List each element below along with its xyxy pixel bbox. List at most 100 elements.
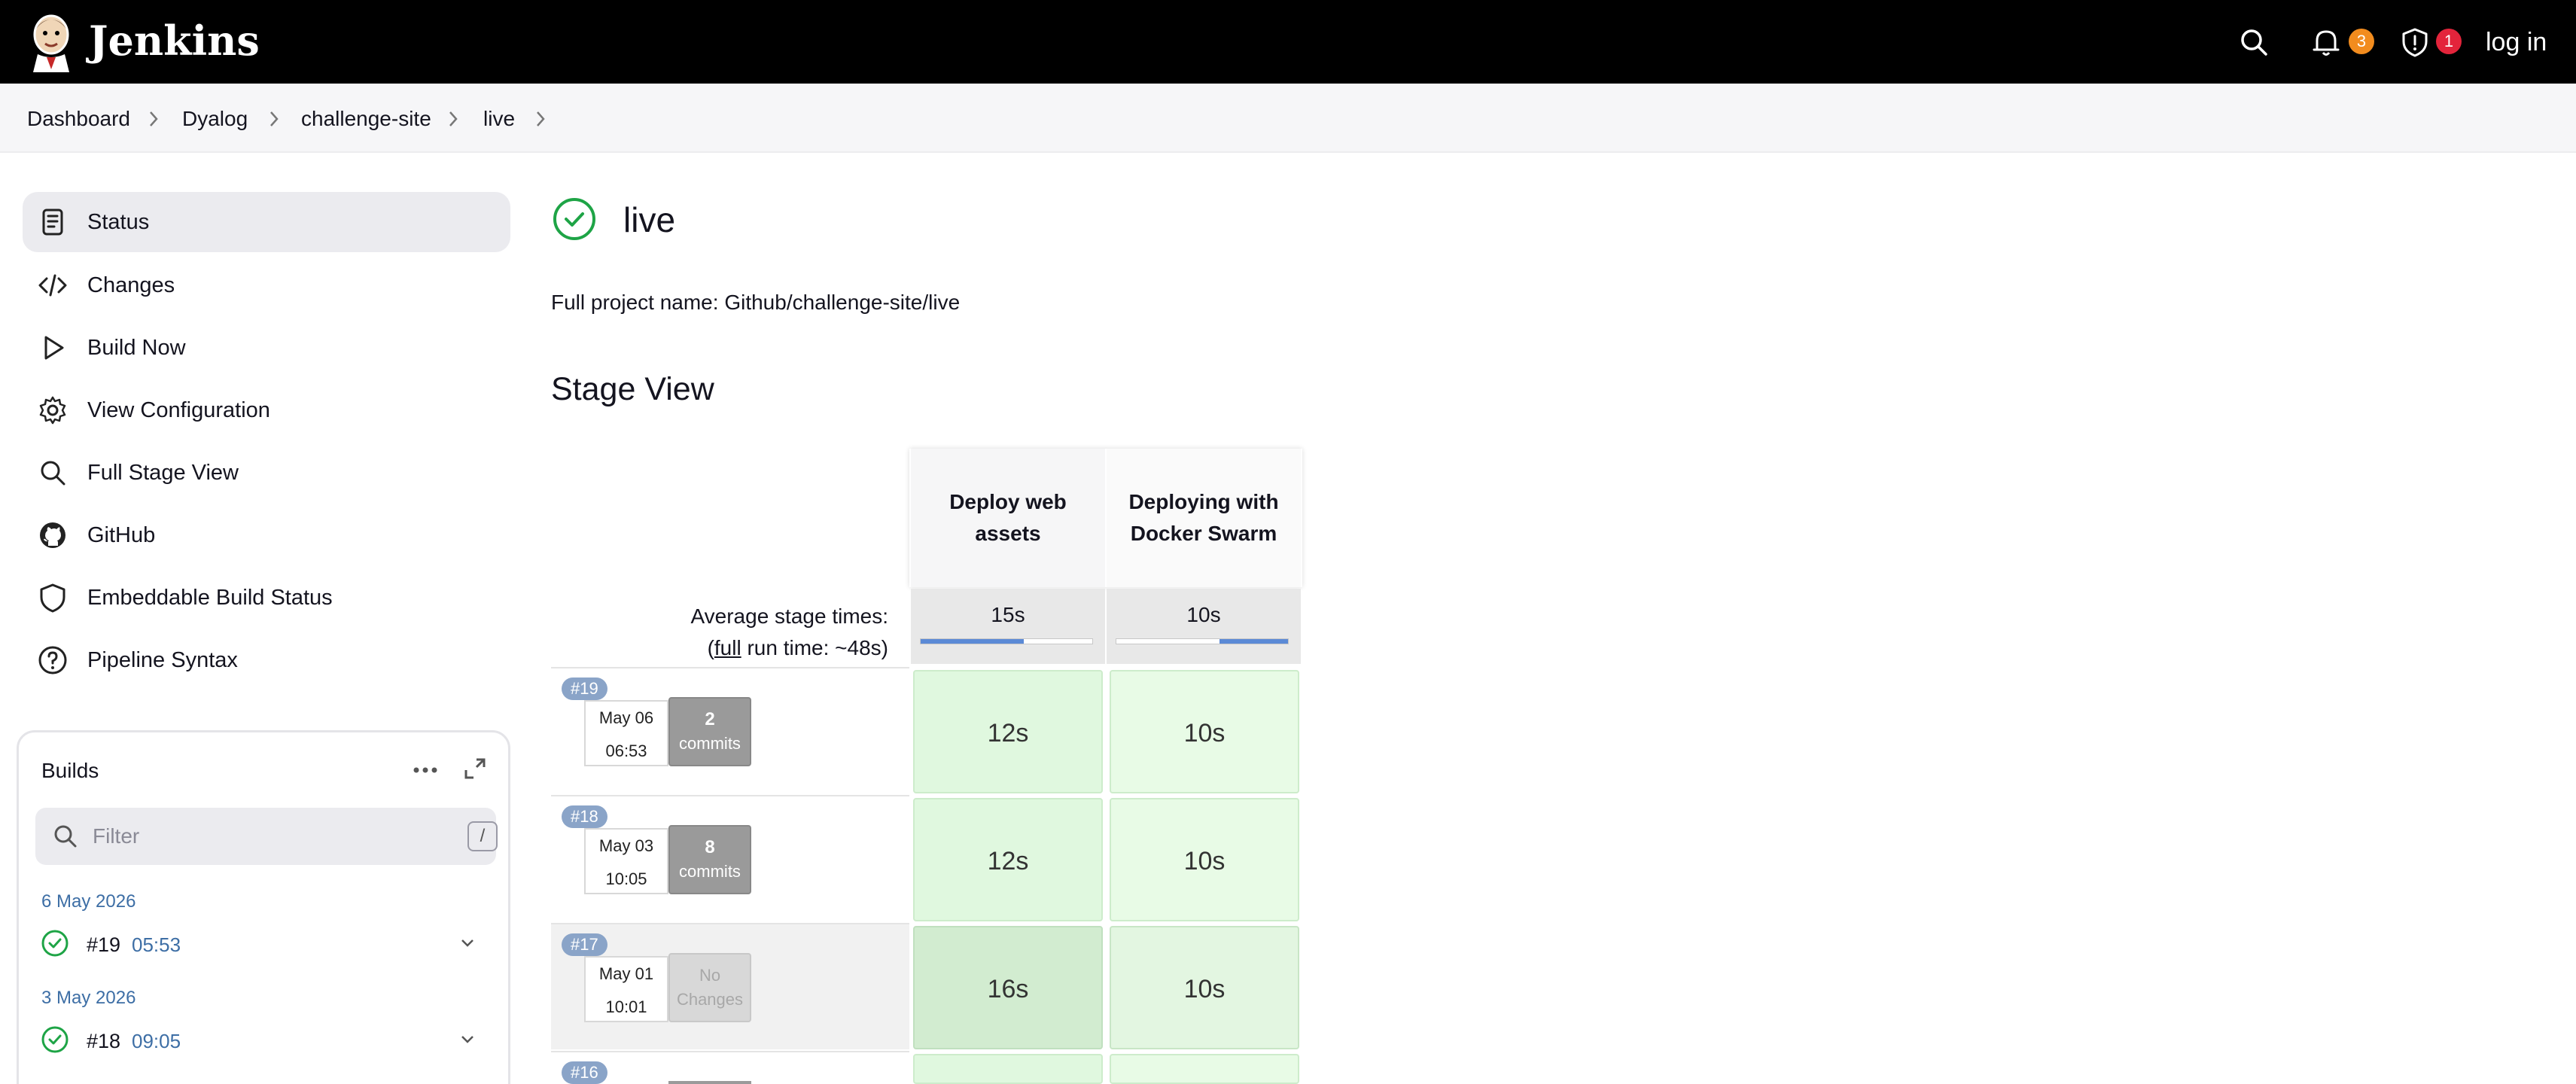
stage-cell[interactable]: 16s xyxy=(913,926,1103,1049)
sidebar-item-label: Pipeline Syntax xyxy=(87,648,238,672)
code-icon xyxy=(38,274,67,297)
stage-run-row: #17 May 01 10:01 No Changes xyxy=(551,923,909,1049)
stage-cell[interactable]: 10s xyxy=(1110,670,1299,793)
run-date: May 03 10:05 xyxy=(584,828,668,894)
stage-cell[interactable] xyxy=(1110,1054,1299,1084)
page-title: live xyxy=(623,200,676,239)
chevron-right-icon xyxy=(449,111,458,126)
stage-run-row: #19 May 06 06:53 2 commits xyxy=(551,667,909,793)
run-commits-button[interactable]: 8 commits xyxy=(668,825,751,894)
stage-run-row: #18 May 03 10:05 8 commits xyxy=(551,795,909,921)
stage-view-title: Stage View xyxy=(551,371,714,407)
run-date: May 06 06:53 xyxy=(584,700,668,766)
builds-title: Builds xyxy=(41,759,99,782)
more-options-icon[interactable] xyxy=(410,761,440,779)
stage-cell[interactable]: 10s xyxy=(1110,798,1299,921)
sidebar-item-label: GitHub xyxy=(87,523,156,547)
sidebar-item-label: Build Now xyxy=(87,336,186,360)
sidebar-item-github[interactable]: GitHub xyxy=(23,505,510,565)
chevron-right-icon xyxy=(270,111,279,126)
build-time: 09:05 xyxy=(132,1030,181,1052)
sidebar-item-label: Status xyxy=(87,210,150,234)
run-commits-button[interactable] xyxy=(668,1081,751,1084)
build-number[interactable]: #19 xyxy=(87,933,120,957)
breadcrumb-challenge-site[interactable]: challenge-site xyxy=(301,106,431,132)
stage-header-deploy-web-assets: Deploy web assets xyxy=(911,449,1105,587)
run-number-badge[interactable]: #17 xyxy=(562,933,607,956)
build-time: 05:53 xyxy=(132,933,181,956)
jenkins-logo[interactable] xyxy=(27,12,75,72)
top-header: Jenkins 3 1 log in xyxy=(0,0,2576,84)
shield-icon xyxy=(40,583,65,613)
average-time-bar-fill xyxy=(921,639,1024,644)
sidebar-item-build-now[interactable]: Build Now xyxy=(23,318,510,378)
sidebar-item-label: Changes xyxy=(87,273,175,297)
gear-icon xyxy=(39,396,66,425)
sidebar-item-label: View Configuration xyxy=(87,398,270,422)
average-stage-times-label: Average stage times: (full run time: ~48… xyxy=(602,601,888,664)
security-shield-icon[interactable] xyxy=(2398,26,2431,59)
search-icon xyxy=(41,461,65,486)
sidebar-item-view-configuration[interactable]: View Configuration xyxy=(23,380,510,440)
run-number-badge[interactable]: #19 xyxy=(562,678,607,700)
run-number-badge[interactable]: #18 xyxy=(562,805,607,828)
full-project-name: Full project name: Github/challenge-site… xyxy=(551,291,961,314)
play-icon xyxy=(44,336,64,360)
stage-cell[interactable] xyxy=(913,1054,1103,1084)
average-stage-times-text: Average stage times: xyxy=(690,604,888,628)
full-run-time-link[interactable]: full xyxy=(714,636,741,659)
average-time-value: 10s xyxy=(1186,603,1221,626)
builds-filter-input[interactable]: Filter / xyxy=(35,808,498,865)
run-commits-button[interactable]: 2 commits xyxy=(668,697,751,766)
chevron-right-icon xyxy=(150,111,158,126)
chevron-right-icon[interactable] xyxy=(531,109,550,129)
stage-header-docker-swarm: Deploying with Docker Swarm xyxy=(1107,449,1301,587)
full-run-time-text: (full run time: ~48s) xyxy=(707,636,888,659)
run-date: May 01 10:01 xyxy=(584,956,668,1022)
run-no-changes: No Changes xyxy=(668,953,751,1022)
bell-icon[interactable] xyxy=(2310,26,2343,59)
sidebar-item-status[interactable]: Status xyxy=(23,192,510,252)
breadcrumb-live[interactable]: live xyxy=(483,106,515,132)
average-time-stage-1: 15s xyxy=(911,589,1105,664)
chevron-down-icon[interactable] xyxy=(458,936,477,951)
average-time-bar xyxy=(1116,638,1289,644)
average-time-bar xyxy=(920,638,1093,644)
help-icon xyxy=(38,646,67,674)
sidebar-item-label: Embeddable Build Status xyxy=(87,586,333,610)
average-time-value: 15s xyxy=(991,603,1025,626)
sidebar-item-full-stage-view[interactable]: Full Stage View xyxy=(23,443,510,503)
filter-shortcut-key: / xyxy=(467,821,498,851)
breadcrumb: Dashboard Dyalog challenge-site live xyxy=(0,84,2576,153)
average-time-bar-fill xyxy=(1219,639,1288,644)
build-group-date: 3 May 2026 xyxy=(41,988,136,1008)
stage-run-row: #16 xyxy=(551,1051,909,1084)
build-group-date: 6 May 2026 xyxy=(41,891,136,912)
breadcrumb-dyalog[interactable]: Dyalog xyxy=(182,106,248,132)
search-icon xyxy=(54,825,77,848)
chevron-down-icon[interactable] xyxy=(458,1032,477,1047)
sidebar-item-changes[interactable]: Changes xyxy=(23,255,510,315)
sidebar-item-label: Full Stage View xyxy=(87,461,239,485)
security-badge[interactable]: 1 xyxy=(2436,29,2462,54)
success-check-icon xyxy=(41,1026,69,1053)
run-number-badge[interactable]: #16 xyxy=(562,1061,607,1084)
sidebar-item-pipeline-syntax[interactable]: Pipeline Syntax xyxy=(23,630,510,690)
brand-name[interactable]: Jenkins xyxy=(89,17,260,65)
stage-cell[interactable]: 10s xyxy=(1110,926,1299,1049)
expand-icon[interactable] xyxy=(463,757,487,781)
search-icon[interactable] xyxy=(2237,26,2270,59)
stage-cell[interactable]: 12s xyxy=(913,798,1103,921)
notifications-badge[interactable]: 3 xyxy=(2349,29,2374,54)
github-icon xyxy=(40,522,65,548)
sidebar-item-embeddable-build-status[interactable]: Embeddable Build Status xyxy=(23,568,510,628)
status-success-icon xyxy=(553,198,595,240)
success-check-icon xyxy=(41,930,69,957)
average-time-stage-2: 10s xyxy=(1107,589,1301,664)
breadcrumb-dashboard[interactable]: Dashboard xyxy=(27,106,130,132)
builds-panel: Builds Filter / 6 May 2026 #19 05:53 3 M… xyxy=(17,730,510,1084)
build-number[interactable]: #18 xyxy=(87,1029,120,1053)
stage-cell[interactable]: 12s xyxy=(913,670,1103,793)
filter-placeholder: Filter xyxy=(93,824,140,848)
login-link[interactable]: log in xyxy=(2486,26,2547,59)
